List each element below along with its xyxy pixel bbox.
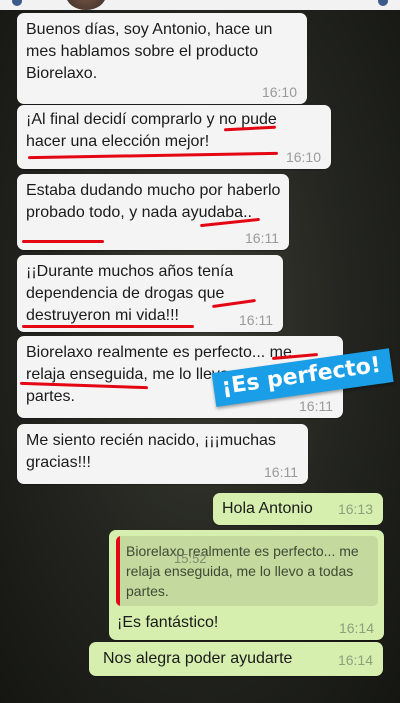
message-time: 16:13 (337, 501, 373, 517)
message-text: ¡¡Durante muchos años tenía dependencia … (26, 263, 234, 324)
message-time: 16:11 (299, 398, 333, 414)
message-text: Buenos días, soy Antonio, hace un mes ha… (26, 21, 273, 82)
message-bubble-9[interactable]: Nos alegra poder ayudarte 16:14 (89, 642, 383, 676)
message-time: 16:14 (338, 620, 374, 636)
message-text: ¡Al final decidí comprarlo y no pude hac… (26, 111, 277, 150)
message-bubble-1[interactable]: Buenos días, soy Antonio, hace un mes ha… (17, 13, 307, 104)
message-bubble-6[interactable]: Me siento recién nacido, ¡¡¡muchas graci… (17, 424, 308, 484)
message-bubble-3[interactable]: Estaba dudando mucho por haberlo probado… (17, 174, 289, 250)
top-bar (0, 0, 400, 10)
message-time: 16:11 (264, 464, 298, 480)
quoted-text: Biorelaxo realmente es perfecto... me re… (126, 543, 359, 599)
message-time: 16:11 (245, 230, 279, 246)
message-bubble-8[interactable]: Biorelaxo realmente es perfecto... me re… (109, 530, 384, 640)
highlight-underline (22, 325, 194, 328)
message-bubble-2[interactable]: ¡Al final decidí comprarlo y no pude hac… (17, 105, 331, 169)
message-text: Estaba dudando mucho por haberlo probado… (26, 182, 281, 221)
highlight-underline (22, 240, 104, 243)
quoted-time: 15:52 (174, 551, 207, 566)
message-bubble-7[interactable]: Hola Antonio 16:13 (213, 493, 383, 525)
message-time: 16:11 (239, 312, 273, 328)
message-time: 16:10 (261, 84, 297, 100)
message-time: 16:14 (337, 652, 373, 668)
quote-bar (116, 536, 120, 606)
message-text: Me siento recién nacido, ¡¡¡muchas graci… (26, 432, 276, 471)
message-bubble-4[interactable]: ¡¡Durante muchos años tenía dependencia … (17, 255, 283, 332)
message-time: 16:10 (285, 149, 321, 165)
quoted-message[interactable]: Biorelaxo realmente es perfecto... me re… (116, 536, 378, 606)
message-text: ¡Es fantástico! (117, 614, 219, 631)
